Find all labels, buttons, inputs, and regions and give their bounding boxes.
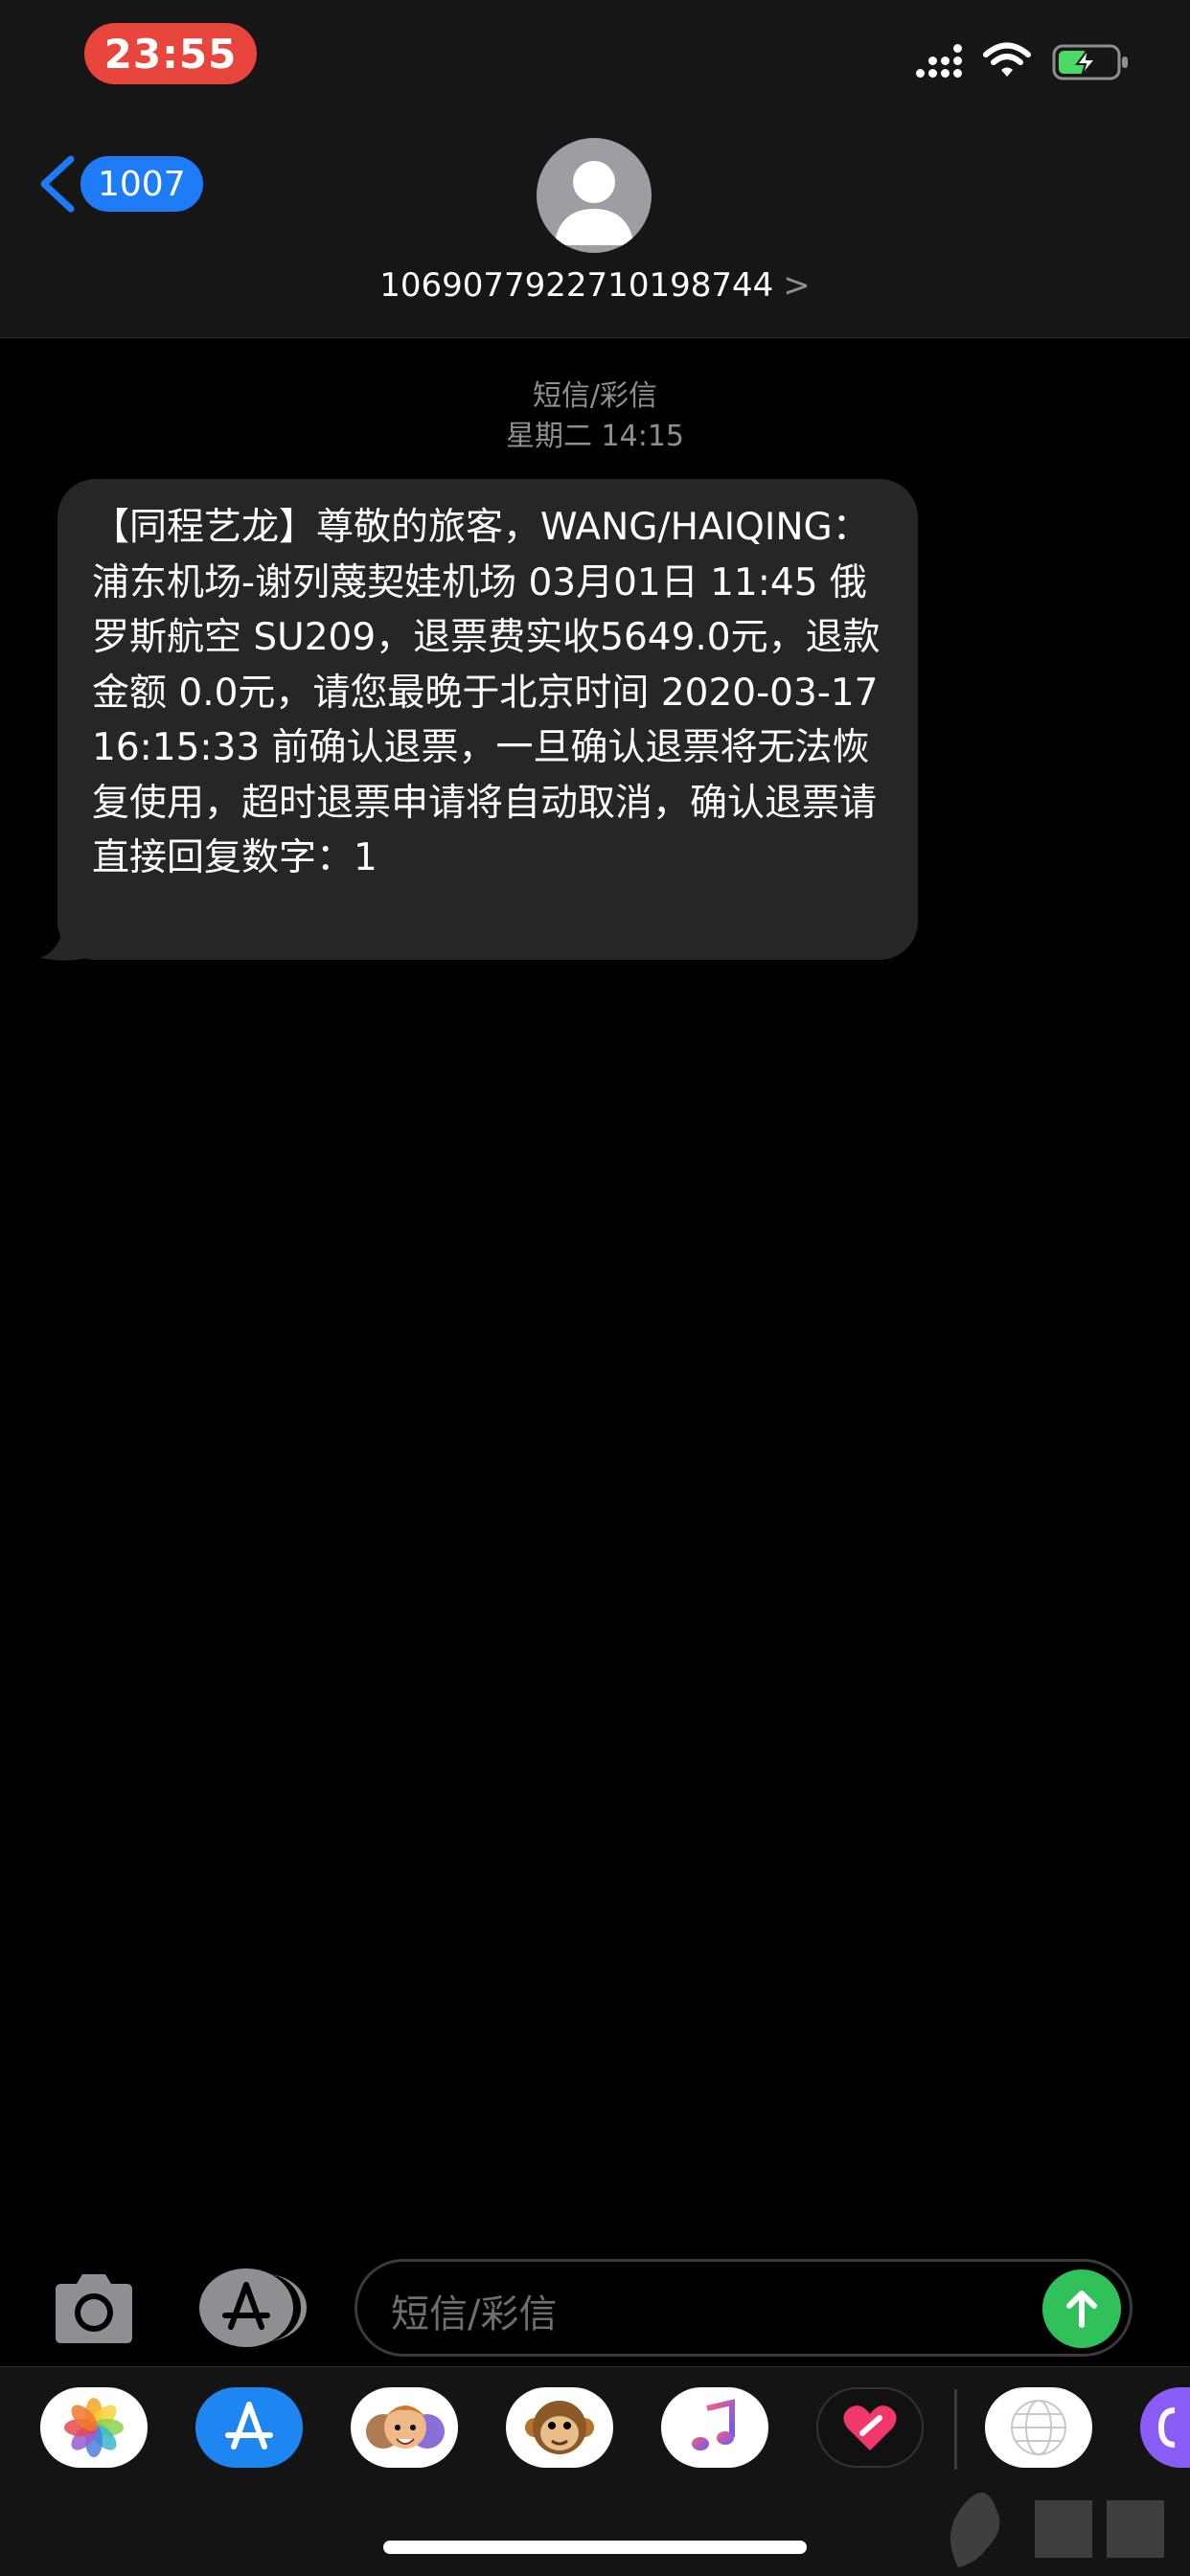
message-text: 【同程艺龙】尊敬的旅客，WANG/HAIQING：浦东机场-谢列蔑契娃机场 03… <box>92 506 881 879</box>
contact-avatar[interactable] <box>537 138 652 253</box>
app-store-button[interactable] <box>199 2268 307 2347</box>
app-store-icon <box>225 2402 273 2450</box>
memoji-icon <box>366 2405 445 2449</box>
send-button[interactable] <box>1042 2269 1121 2348</box>
digital-touch-app-button[interactable] <box>816 2387 924 2468</box>
wifi-icon <box>983 42 1031 77</box>
message-timestamp: 星期二 14:15 <box>506 420 684 453</box>
watermark-logo <box>950 2493 1164 2567</box>
contact-number: 1069077922710198744 <box>379 266 774 305</box>
cellular-signal-icon <box>916 44 962 80</box>
more-app-icon <box>1157 2407 1176 2448</box>
heart-icon <box>843 2405 897 2451</box>
photos-app-button[interactable] <box>40 2387 148 2468</box>
web-images-app-button[interactable] <box>985 2387 1092 2468</box>
monkey-icon <box>525 2401 594 2454</box>
back-button[interactable]: 1007 <box>80 156 203 212</box>
message-bubble[interactable]: 【同程艺龙】尊敬的旅客，WANG/HAIQING：浦东机场-谢列蔑契娃机场 03… <box>57 479 918 960</box>
contact-name-button[interactable]: 1069077922710198744 > <box>0 266 1190 305</box>
chevron-right-icon: > <box>783 266 811 305</box>
battery-charging-icon <box>1052 44 1128 80</box>
animoji-app-button[interactable] <box>506 2387 613 2468</box>
photos-icon <box>64 2398 124 2457</box>
chevron-left-icon[interactable] <box>34 155 79 213</box>
globe-icon <box>1011 2400 1066 2455</box>
camera-icon[interactable] <box>48 2272 140 2345</box>
home-indicator[interactable] <box>383 2541 807 2554</box>
music-note-icon <box>692 2399 735 2451</box>
memoji-app-button[interactable] <box>351 2387 458 2468</box>
status-time: 23:55 <box>84 23 257 84</box>
message-input-placeholder: 短信/彩信 <box>391 2292 558 2337</box>
arrow-up-icon <box>1066 2291 1097 2328</box>
message-type-label: 短信/彩信 <box>532 379 658 413</box>
music-app-button[interactable] <box>661 2387 768 2468</box>
drawer-divider <box>954 2389 957 2470</box>
app-store-app-button[interactable] <box>195 2387 303 2468</box>
app-store-icon <box>222 2282 270 2330</box>
person-icon <box>554 161 634 245</box>
